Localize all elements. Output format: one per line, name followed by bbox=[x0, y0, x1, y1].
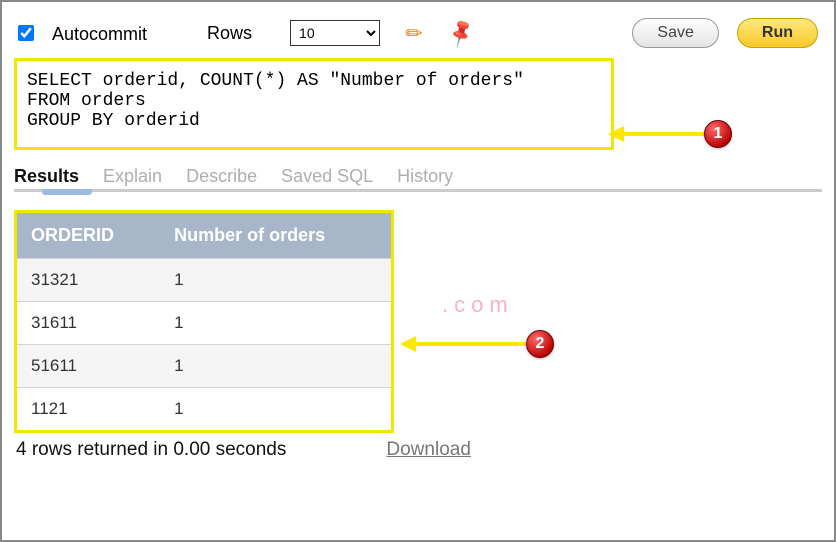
col-number-of-orders: Number of orders bbox=[160, 213, 391, 259]
status-bar: 4 rows returned in 0.00 seconds Download bbox=[14, 433, 822, 461]
tab-results[interactable]: Results bbox=[14, 166, 79, 187]
callout-2: 2 bbox=[400, 330, 554, 358]
col-orderid: ORDERID bbox=[17, 213, 160, 259]
results-table: ORDERID Number of orders 313211 316111 5… bbox=[17, 213, 391, 430]
save-button[interactable]: Save bbox=[632, 18, 718, 48]
tab-history[interactable]: History bbox=[397, 166, 453, 187]
rows-label: Rows bbox=[207, 23, 252, 44]
rows-select[interactable]: 10 bbox=[290, 20, 380, 46]
pin-icon[interactable]: 📌 bbox=[444, 16, 478, 50]
tab-describe[interactable]: Describe bbox=[186, 166, 257, 187]
callout-2-bubble: 2 bbox=[526, 330, 554, 358]
run-button[interactable]: Run bbox=[737, 18, 818, 48]
tab-indicator bbox=[42, 189, 92, 195]
table-row: 516111 bbox=[17, 345, 391, 388]
table-row: 313211 bbox=[17, 259, 391, 302]
callout-1: 1 bbox=[608, 120, 732, 148]
table-row: 11211 bbox=[17, 388, 391, 431]
highlighter-icon[interactable]: ✎ bbox=[400, 18, 430, 48]
autocommit-label: Autocommit bbox=[52, 22, 147, 45]
callout-1-bubble: 1 bbox=[704, 120, 732, 148]
tabs: Results Explain Describe Saved SQL Histo… bbox=[14, 158, 822, 192]
table-header-row: ORDERID Number of orders bbox=[17, 213, 391, 259]
sql-editor[interactable]: SELECT orderid, COUNT(*) AS "Number of o… bbox=[14, 58, 614, 150]
status-text: 4 rows returned in 0.00 seconds bbox=[16, 439, 286, 461]
table-row: 316111 bbox=[17, 302, 391, 345]
tab-saved-sql[interactable]: Saved SQL bbox=[281, 166, 373, 187]
results-table-container: ORDERID Number of orders 313211 316111 5… bbox=[14, 210, 394, 433]
download-link[interactable]: Download bbox=[386, 439, 471, 461]
tab-explain[interactable]: Explain bbox=[103, 166, 162, 187]
toolbar: Autocommit Rows 10 ✎ 📌 Save Run bbox=[14, 12, 822, 58]
autocommit-checkbox[interactable] bbox=[18, 25, 34, 41]
